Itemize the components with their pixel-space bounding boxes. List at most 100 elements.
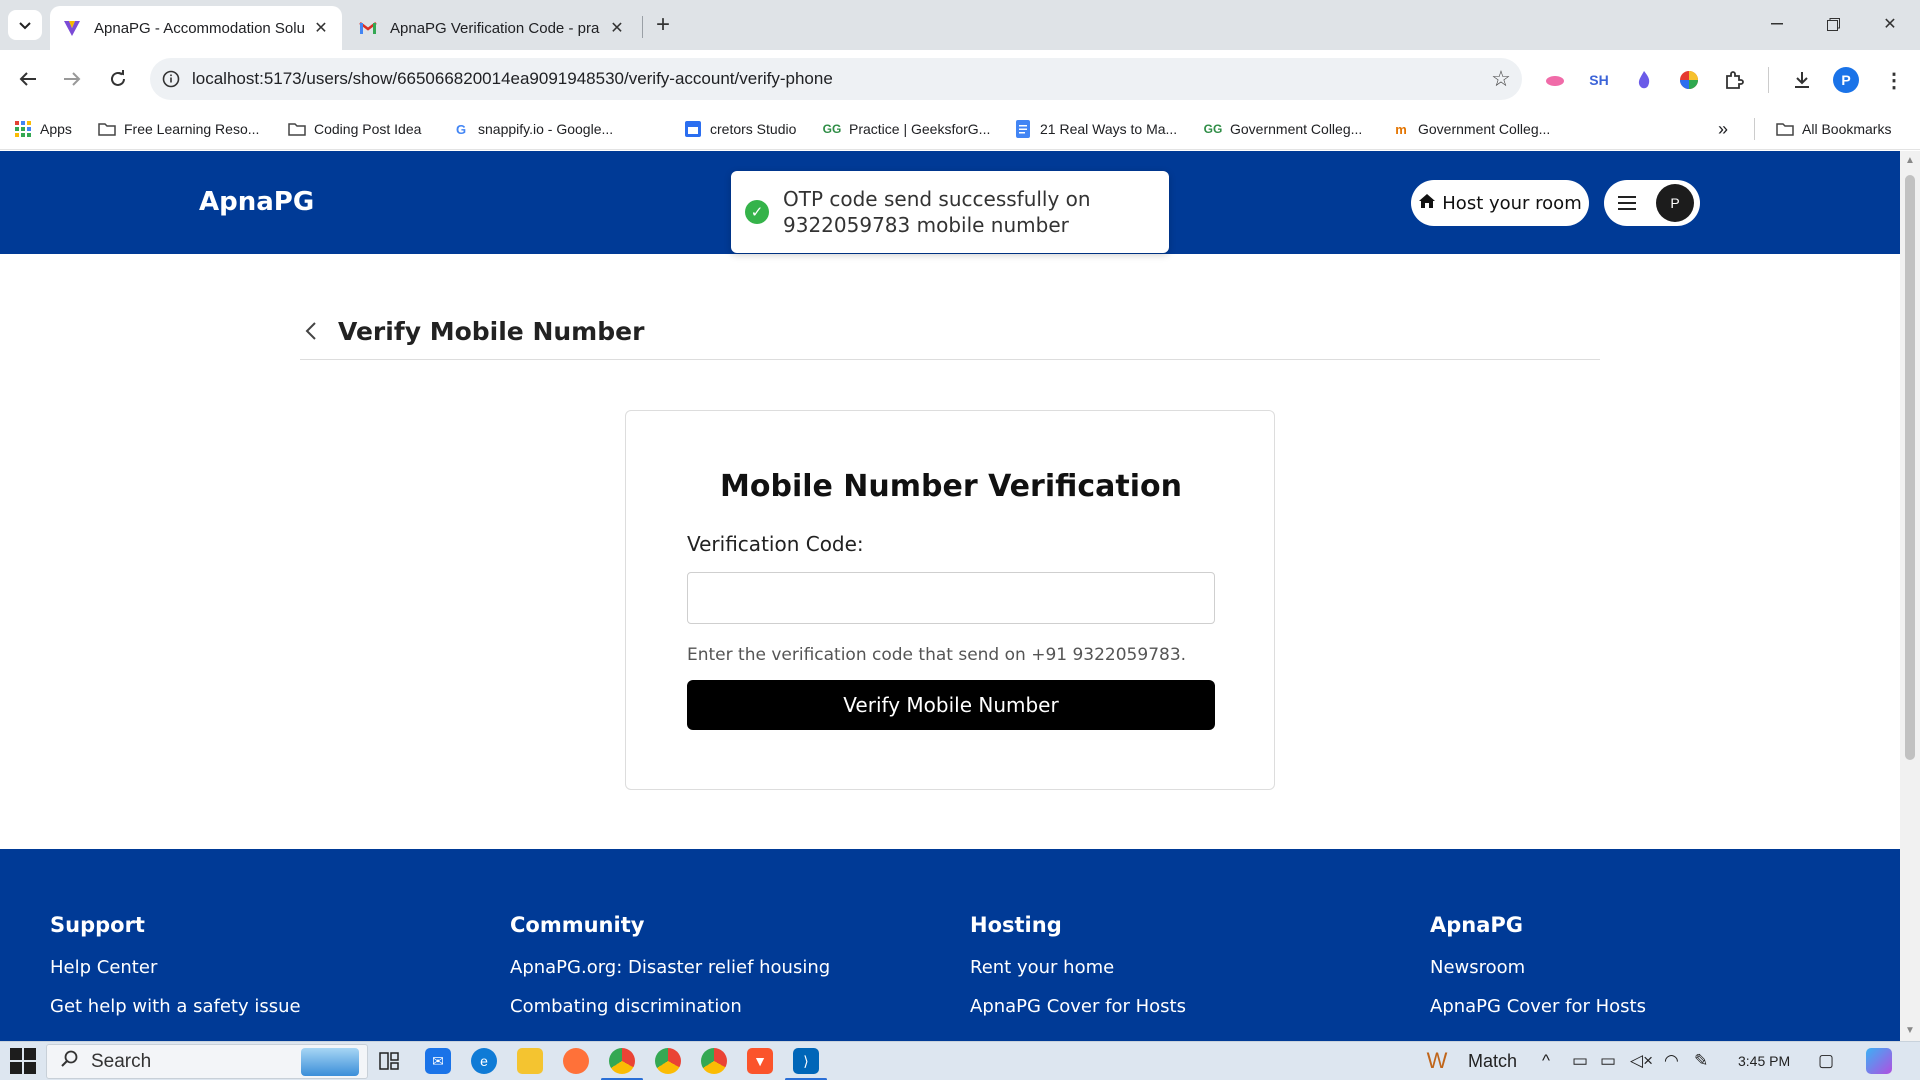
bookmark-label: Apps [40,121,72,137]
restore-icon[interactable] [1813,10,1853,38]
browser-toolbar: localhost:5173/users/show/665066820014ea… [0,50,1920,108]
copilot-icon[interactable] [1866,1048,1892,1074]
search-icon [61,1050,79,1074]
wifi-icon[interactable]: ◠ [1664,1051,1679,1071]
tab-search-button[interactable] [8,10,42,40]
speaker-muted-icon[interactable]: ◁× [1630,1051,1653,1071]
page-heading-row: Verify Mobile Number [300,311,1600,351]
file-explorer-icon[interactable] [517,1048,543,1074]
forward-arrow-icon[interactable] [56,63,88,95]
scrollbar-thumb[interactable] [1905,175,1915,760]
chrome-icon[interactable] [609,1048,635,1074]
bookmark-label: cretors Studio [710,121,797,137]
footer-link[interactable]: Rent your home [970,957,1186,980]
bookmark-apps[interactable]: Apps [14,118,72,140]
browser-tab[interactable]: ApnaPG Verification Code - pra ✕ [346,6,638,50]
minimize-icon[interactable] [1757,10,1797,38]
bookmark-link[interactable]: GG Government Colleg... [1204,118,1363,140]
chrome-profile-icon[interactable] [701,1048,727,1074]
tray-chevron-up-icon[interactable]: ^ [1542,1051,1550,1071]
pen-icon[interactable]: ✎ [1694,1051,1708,1071]
toast-message: OTP code send successfully on 9322059783… [783,186,1091,238]
lotus-extension-icon[interactable] [1541,66,1569,94]
footer-link[interactable]: ApnaPG Cover for Hosts [970,996,1186,1019]
address-bar[interactable]: localhost:5173/users/show/665066820014ea… [150,58,1522,100]
check-circle-icon: ✓ [745,200,769,224]
bookmark-link[interactable]: 21 Real Ways to Ma... [1014,118,1177,140]
footer-link[interactable]: ApnaPG Cover for Hosts [1430,996,1646,1019]
back-arrow-icon[interactable] [12,63,44,95]
footer-link[interactable]: ApnaPG.org: Disaster relief housing [510,957,830,980]
profile-avatar[interactable]: P [1833,67,1859,93]
chevron-down-icon [19,22,31,30]
notification-icon[interactable]: ▢ [1818,1051,1834,1071]
taskbar-search-label: Search [91,1050,152,1072]
bookmark-folder[interactable]: Coding Post Idea [288,118,421,140]
extensions-puzzle-icon[interactable] [1720,66,1748,94]
footer-column-support: Support Help Center Get help with a safe… [50,913,301,1035]
mail-icon[interactable]: ✉ [425,1048,451,1074]
page-scrollbar[interactable]: ▲ ▼ [1900,151,1920,1041]
site-header: ApnaPG ✓ OTP code send successfully on 9… [0,151,1900,254]
scroll-down-arrow-icon[interactable]: ▼ [1904,1025,1916,1037]
verification-code-input[interactable] [687,572,1215,624]
battery-icon[interactable]: ▭ [1600,1051,1616,1071]
site-info-icon[interactable] [150,58,192,100]
folder-icon [288,120,306,138]
chrome-profile-icon[interactable] [655,1048,681,1074]
taskbar-widget-label[interactable]: Match [1468,1051,1517,1072]
close-tab-icon[interactable]: ✕ [312,19,330,37]
vscode-icon[interactable]: ⟩ [793,1048,819,1074]
windows-taskbar: Search ✉ e ▼ ⟩ W Match ^ ▭ ▭ ◁× ◠ ✎ 3:45… [0,1041,1920,1080]
bookmark-label: Coding Post Idea [314,121,422,137]
sh-extension-icon[interactable]: SH [1585,66,1613,94]
apps-grid-icon [14,120,32,138]
all-bookmarks-button[interactable]: All Bookmarks [1776,118,1891,140]
new-tab-plus-icon[interactable]: + [650,11,676,38]
meet-icon[interactable]: ▭ [1572,1051,1588,1071]
bookmark-folder[interactable]: Free Learning Reso... [98,118,259,140]
bookmark-link[interactable]: G snappify.io - Google... [452,118,613,140]
tab-divider [642,16,643,38]
chevron-left-icon[interactable] [300,320,322,342]
firefox-icon[interactable] [563,1048,589,1074]
task-view-icon[interactable] [376,1048,402,1074]
toast-line: 9322059783 mobile number [783,213,1069,237]
footer-link[interactable]: Get help with a safety issue [50,996,301,1019]
bookmark-star-icon[interactable]: ☆ [1480,58,1522,100]
browser-tab-active[interactable]: ApnaPG - Accommodation Solu ✕ [50,6,342,50]
more-bookmarks-chevron-icon[interactable]: » [1718,118,1728,140]
footer-link[interactable]: Combating discrimination [510,996,830,1019]
user-menu-button[interactable]: P [1604,180,1700,226]
taskbar-clock[interactable]: 3:45 PM [1738,1053,1790,1069]
bookmark-link[interactable]: m Government Colleg... [1392,118,1550,140]
windows-start-icon[interactable] [10,1048,36,1074]
bookmark-label: Free Learning Reso... [124,121,260,137]
browser-tab-strip: ApnaPG - Accommodation Solu ✕ ApnaPG Ver… [0,0,1920,50]
verify-mobile-number-button[interactable]: Verify Mobile Number [687,680,1215,730]
weather-icon[interactable]: W [1424,1048,1450,1074]
bookmark-link[interactable]: GG Practice | GeeksforG... [823,118,991,140]
scroll-up-arrow-icon[interactable]: ▲ [1904,155,1916,167]
color-wheel-extension-icon[interactable] [1675,66,1703,94]
search-highlight-image [301,1048,359,1076]
verification-card: Mobile Number Verification Verification … [625,410,1275,790]
browser-menu-icon[interactable]: ⋮ [1880,66,1908,94]
toolbar-divider [1768,67,1769,93]
host-your-room-button[interactable]: Host your room [1411,180,1589,226]
download-icon[interactable] [1788,66,1816,94]
close-window-icon[interactable]: ✕ [1870,10,1910,38]
site-logo[interactable]: ApnaPG [199,187,314,217]
bookmark-link[interactable]: cretors Studio [684,118,796,140]
footer-link[interactable]: Help Center [50,957,301,980]
reload-icon[interactable] [102,63,134,95]
edge-browser-icon[interactable]: e [471,1048,497,1074]
brave-browser-icon[interactable]: ▼ [747,1048,773,1074]
avatar: P [1656,184,1694,222]
flame-extension-icon[interactable] [1630,66,1658,94]
footer-heading: ApnaPG [1430,913,1524,937]
verification-code-label: Verification Code: [687,532,864,556]
footer-link[interactable]: Newsroom [1430,957,1646,980]
taskbar-search-box[interactable]: Search [46,1044,368,1079]
close-tab-icon[interactable]: ✕ [608,19,626,37]
